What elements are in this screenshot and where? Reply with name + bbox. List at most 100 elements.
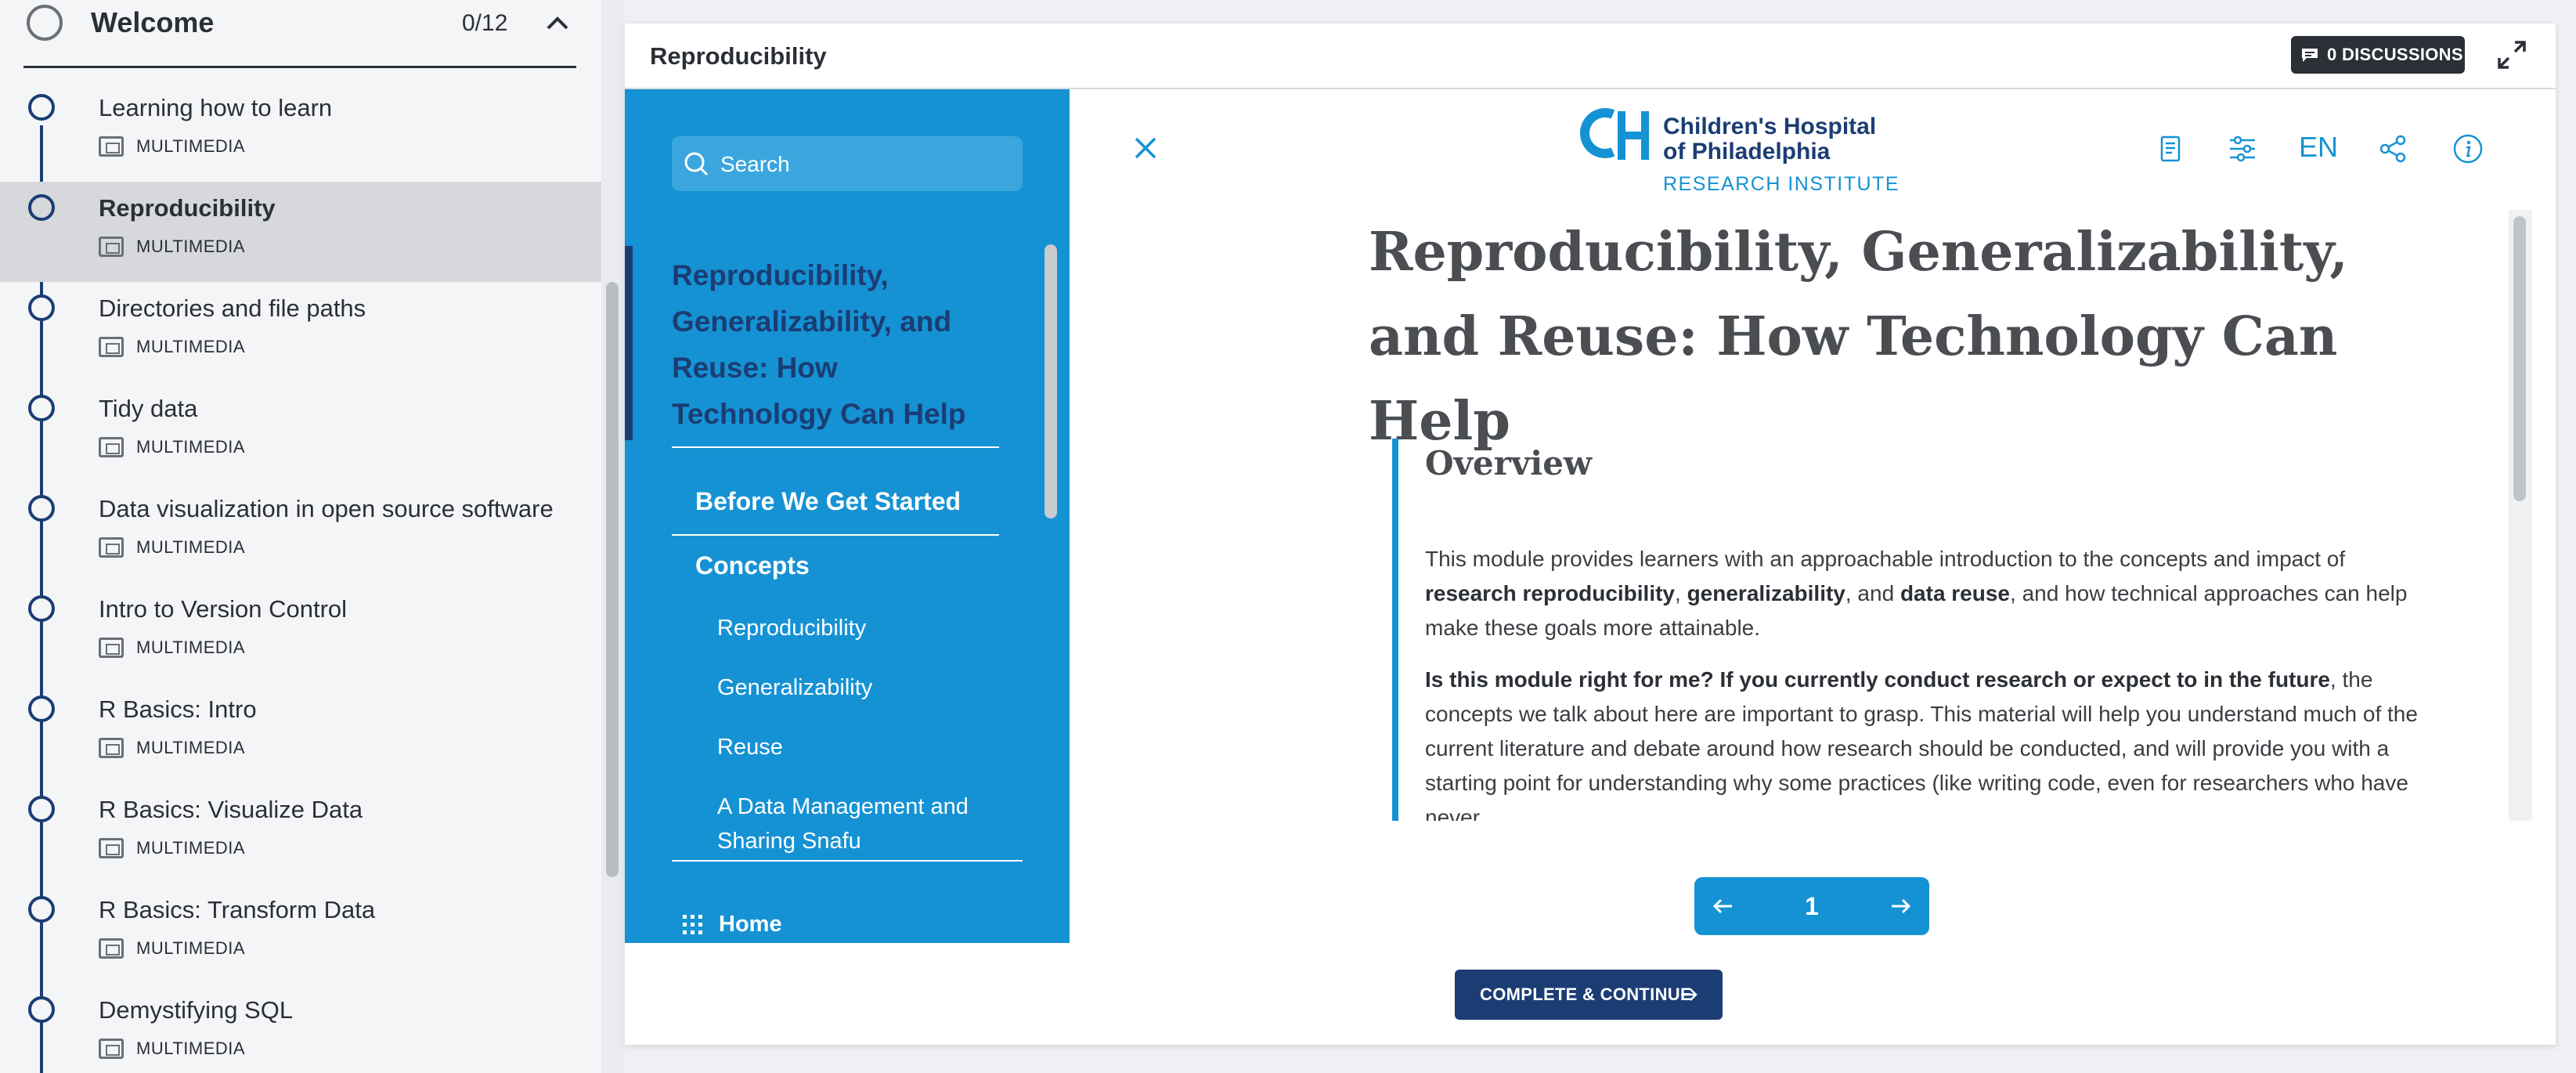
outline-scrollbar[interactable] [606, 282, 619, 877]
search-icon [684, 152, 709, 176]
overview-paragraph-2: Is this module right for me? If you curr… [1425, 667, 2418, 821]
lesson-item-title: Tidy data [99, 395, 198, 422]
lesson-item-type: MULTIMEDIA [136, 537, 246, 557]
toc-divider [672, 534, 999, 536]
lesson-item[interactable]: Tidy data MULTIMEDIA [0, 382, 601, 482]
lesson-item[interactable]: Intro to Version Control MULTIMEDIA [0, 583, 601, 683]
multimedia-icon [99, 136, 124, 157]
multimedia-icon [99, 738, 124, 758]
overview-heading: Overview [1425, 444, 1593, 482]
lesson-item[interactable]: R Basics: Visualize Data MULTIMEDIA [0, 783, 601, 883]
chop-logo-mark [1580, 108, 1649, 160]
chevron-up-icon[interactable] [542, 8, 573, 39]
multimedia-icon [99, 437, 124, 457]
logo-text-line3: RESEARCH INSTITUTE [1663, 173, 1900, 195]
lesson-item-type: MULTIMEDIA [136, 1039, 246, 1058]
complete-continue-button[interactable]: COMPLETE & CONTINUE [1455, 970, 1723, 1020]
lesson-item-title: Reproducibility [99, 194, 276, 222]
close-icon[interactable] [1132, 135, 1159, 161]
section-title: Welcome [91, 6, 215, 38]
toc-subitem-generalizability[interactable]: Generalizability [717, 670, 976, 705]
expand-icon[interactable] [2495, 38, 2529, 72]
section-progress-circle-icon [27, 5, 63, 41]
logo-text-line1: Children's Hospital [1663, 114, 1877, 139]
lesson-item-title: Intro to Version Control [99, 595, 348, 623]
arrow-right-icon [1681, 988, 1697, 1001]
toc-divider [672, 860, 1023, 862]
toc-divider [672, 446, 999, 448]
lesson-item-title: Demystifying SQL [99, 996, 294, 1024]
lesson-player: Reproducibility 0 DISCUSSIONS Search Rep… [625, 23, 2556, 1045]
lesson-item-type: MULTIMEDIA [136, 938, 246, 958]
language-selector[interactable]: EN [2299, 130, 2338, 164]
multimedia-icon [99, 237, 124, 257]
overview-paragraph-1: This module provides learners with an ap… [1425, 547, 2408, 640]
page-navigator: 1 [1694, 877, 1929, 935]
lesson-item[interactable]: Demystifying SQL MULTIMEDIA [0, 984, 601, 1073]
settings-sliders-icon[interactable] [2227, 133, 2258, 164]
lesson-item-title: Directories and file paths [99, 294, 366, 322]
lesson-status-circle-icon [28, 294, 55, 321]
toc-subitem-reuse[interactable]: Reuse [717, 730, 976, 764]
lesson-status-circle-icon [28, 194, 55, 221]
lesson-item[interactable]: Data visualization in open source softwa… [0, 482, 601, 583]
lesson-item-type: MULTIMEDIA [136, 738, 246, 757]
share-icon[interactable] [2377, 133, 2408, 164]
reader-scrollbar[interactable] [2513, 216, 2526, 501]
multimedia-icon [99, 537, 124, 558]
lesson-status-circle-icon [28, 595, 55, 622]
logo-text-line2: of Philadelphia [1663, 139, 1831, 164]
toc-item-concepts[interactable]: Concepts [695, 548, 810, 583]
module-search-input[interactable]: Search [672, 136, 1023, 191]
toc-subitem-reproducibility[interactable]: Reproducibility [717, 611, 976, 645]
lesson-item-title: R Basics: Transform Data [99, 896, 376, 923]
lesson-title: Reproducibility [650, 42, 827, 70]
lesson-item-type: MULTIMEDIA [136, 437, 246, 457]
info-icon[interactable] [2452, 133, 2484, 164]
lesson-status-circle-icon [28, 896, 55, 923]
complete-continue-label: COMPLETE & CONTINUE [1480, 984, 1692, 1004]
lesson-item-type: MULTIMEDIA [136, 838, 246, 858]
discussions-label: 0 DISCUSSIONS [2327, 45, 2463, 64]
discussions-button[interactable]: 0 DISCUSSIONS [2291, 36, 2465, 74]
multimedia-icon [99, 337, 124, 357]
module-content: Children's Hospital of Philadelphia RESE… [1070, 89, 2556, 943]
lesson-status-circle-icon [28, 796, 55, 822]
section-header[interactable]: Welcome 0/12 [0, 0, 601, 69]
lesson-item-title: Learning how to learn [99, 94, 333, 121]
player-header: Reproducibility 0 DISCUSSIONS [625, 23, 2556, 89]
chat-icon [2302, 49, 2318, 62]
grid-icon [683, 915, 702, 934]
lesson-item-title: R Basics: Visualize Data [99, 796, 363, 823]
lesson-item[interactable]: R Basics: Intro MULTIMEDIA [0, 683, 601, 783]
lesson-item[interactable]: R Basics: Transform Data MULTIMEDIA [0, 883, 601, 984]
lesson-status-circle-icon [28, 495, 55, 522]
multimedia-icon [99, 938, 124, 959]
lesson-item-type: MULTIMEDIA [136, 136, 246, 156]
lesson-status-circle-icon [28, 94, 55, 121]
player-footer: COMPLETE & CONTINUE [625, 943, 2556, 1045]
toc-item-before-we-get-started[interactable]: Before We Get Started [695, 484, 961, 518]
lesson-item[interactable]: Reproducibility MULTIMEDIA [0, 182, 601, 282]
lesson-status-circle-icon [28, 996, 55, 1023]
multimedia-icon [99, 638, 124, 658]
document-title: Reproducibility, Generalizability, and R… [1369, 221, 2348, 453]
page-number: 1 [1805, 892, 1819, 920]
multimedia-icon [99, 1039, 124, 1059]
module-frame: Search Reproducibility, Generalizability… [625, 89, 2556, 943]
lesson-status-circle-icon [28, 695, 55, 722]
book-icon[interactable] [2155, 133, 2186, 164]
search-placeholder: Search [720, 152, 790, 176]
lesson-item-type: MULTIMEDIA [136, 638, 246, 657]
section-divider [23, 66, 576, 68]
lesson-item-type: MULTIMEDIA [136, 237, 246, 256]
lesson-item[interactable]: Learning how to learn MULTIMEDIA [0, 81, 601, 182]
arrow-right-icon[interactable] [1884, 890, 1917, 923]
toc-subitem-data-management-snafu[interactable]: A Data Management and Sharing Snafu [717, 789, 976, 858]
lesson-status-circle-icon [28, 395, 55, 421]
toc-scrollbar[interactable] [1044, 244, 1057, 518]
toc-current-module[interactable]: Reproducibility, Generalizability, and R… [672, 252, 1001, 437]
arrow-left-icon[interactable] [1707, 890, 1740, 923]
lesson-item[interactable]: Directories and file paths MULTIMEDIA [0, 282, 601, 382]
multimedia-icon [99, 838, 124, 858]
